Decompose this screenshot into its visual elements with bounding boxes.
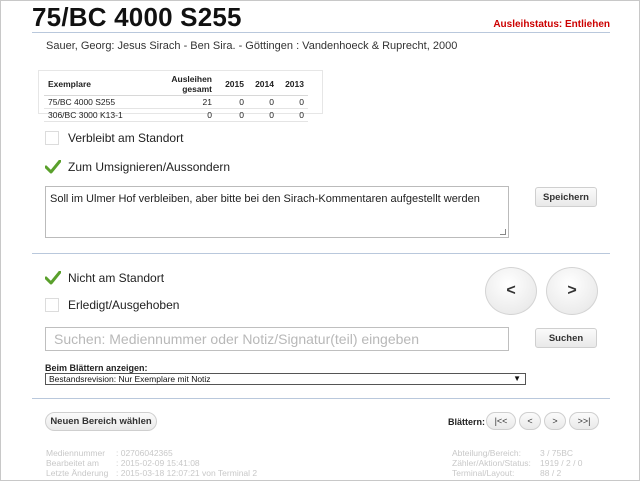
note-text: Soll im Ulmer Hof verbleiben, aber bitte… — [50, 193, 480, 205]
info-key: Mediennummer — [46, 448, 106, 458]
info-key: Letzte Änderung — [46, 468, 109, 478]
table-row: 75/BC 4000 S255 21 0 0 0 — [44, 95, 308, 109]
prev-item-button[interactable]: < — [485, 267, 537, 315]
page-title: 75/BC 4000 S255 — [32, 2, 242, 32]
resize-handle-icon[interactable] — [500, 229, 506, 235]
verbleibt-checkbox[interactable]: Verbleibt am Standort — [45, 131, 183, 145]
search-button[interactable]: Suchen — [535, 328, 597, 348]
table-cell: 0 — [248, 95, 278, 109]
table-row: 306/BC 3000 K13-1 0 0 0 0 — [44, 108, 308, 122]
record-info-right: Abteilung/Bereich: 3 / 75BC Zähler/Aktion… — [452, 448, 583, 478]
table-cell: 0 — [278, 108, 308, 122]
table-cell: 0 — [216, 108, 248, 122]
next-page-button[interactable]: > — [544, 412, 566, 430]
table-cell: 21 — [136, 95, 216, 109]
umsignieren-label: Zum Umsignieren/Aussondern — [68, 160, 231, 174]
nicht-am-standort-label: Nicht am Standort — [68, 271, 165, 285]
info-key: Abteilung/Bereich: — [452, 448, 521, 458]
info-value: : 2015-02-09 15:41:08 — [116, 458, 200, 468]
note-textarea[interactable]: Soll im Ulmer Hof verbleiben, aber bitte… — [45, 186, 509, 238]
info-key: Zähler/Aktion/Status: — [452, 458, 531, 468]
checkmark-icon — [45, 271, 61, 285]
bibliographic-line: Sauer, Georg: Jesus Sirach - Ben Sira. -… — [46, 40, 458, 52]
col-header: 2014 — [248, 73, 278, 96]
browse-select[interactable]: Bestandsrevision: Nur Exemplare mit Noti… — [45, 373, 526, 385]
checkbox-empty-icon — [45, 298, 59, 312]
info-value: 88 / 2 — [540, 468, 562, 478]
next-item-button[interactable]: > — [546, 267, 598, 315]
info-value: 3 / 75BC — [540, 448, 574, 458]
chevron-down-icon: ▼ — [513, 374, 521, 383]
checkbox-empty-icon — [45, 131, 59, 145]
umsignieren-checkbox[interactable]: Zum Umsignieren/Aussondern — [45, 160, 230, 174]
new-area-button[interactable]: Neuen Bereich wählen — [45, 412, 157, 431]
divider — [32, 253, 610, 254]
browse-label: Beim Blättern anzeigen: — [45, 363, 148, 373]
blattern-label: Blättern: — [448, 417, 486, 427]
status-badge: Ausleihstatus: Entliehen — [493, 19, 610, 30]
info-value: : 2015-03-18 12:07:21 von Terminal 2 — [116, 468, 258, 478]
table-cell: 75/BC 4000 S255 — [44, 95, 136, 109]
info-value: : 02706042365 — [116, 448, 173, 458]
table-cell: 0 — [248, 108, 278, 122]
divider — [32, 398, 610, 399]
first-page-button[interactable]: |<< — [486, 412, 516, 430]
col-header: 2015 — [216, 73, 248, 96]
record-info-left: Mediennummer : 02706042365 Bearbeitet am:… — [46, 448, 257, 478]
search-placeholder: Suchen: Mediennummer oder Notiz/Signatur… — [54, 331, 419, 347]
nicht-am-standort-checkbox[interactable]: Nicht am Standort — [45, 271, 164, 285]
divider — [32, 32, 610, 33]
info-key: Bearbeitet am — [46, 458, 99, 468]
table-header-row: Exemplare Ausleihen gesamt 2015 2014 201… — [44, 73, 308, 96]
checkmark-icon — [45, 160, 61, 174]
table-cell: 306/BC 3000 K13-1 — [44, 108, 136, 122]
erledigt-checkbox[interactable]: Erledigt/Ausgehoben — [45, 298, 179, 312]
table-cell: 0 — [278, 95, 308, 109]
prev-page-button[interactable]: < — [519, 412, 541, 430]
erledigt-label: Erledigt/Ausgehoben — [68, 298, 180, 312]
last-page-button[interactable]: >>| — [569, 412, 599, 430]
copies-table: Exemplare Ausleihen gesamt 2015 2014 201… — [44, 73, 308, 122]
search-input[interactable]: Suchen: Mediennummer oder Notiz/Signatur… — [45, 327, 509, 351]
col-header: Ausleihen gesamt — [136, 73, 216, 96]
save-button[interactable]: Speichern — [535, 187, 597, 207]
col-header: Exemplare — [44, 73, 136, 96]
table-cell: 0 — [136, 108, 216, 122]
info-key: Terminal/Layout: — [452, 468, 515, 478]
table-cell: 0 — [216, 95, 248, 109]
verbleibt-label: Verbleibt am Standort — [68, 131, 184, 145]
browse-selected-value: Bestandsrevision: Nur Exemplare mit Noti… — [49, 374, 211, 384]
col-header: 2013 — [278, 73, 308, 96]
info-value: 1919 / 2 / 0 — [540, 458, 583, 468]
